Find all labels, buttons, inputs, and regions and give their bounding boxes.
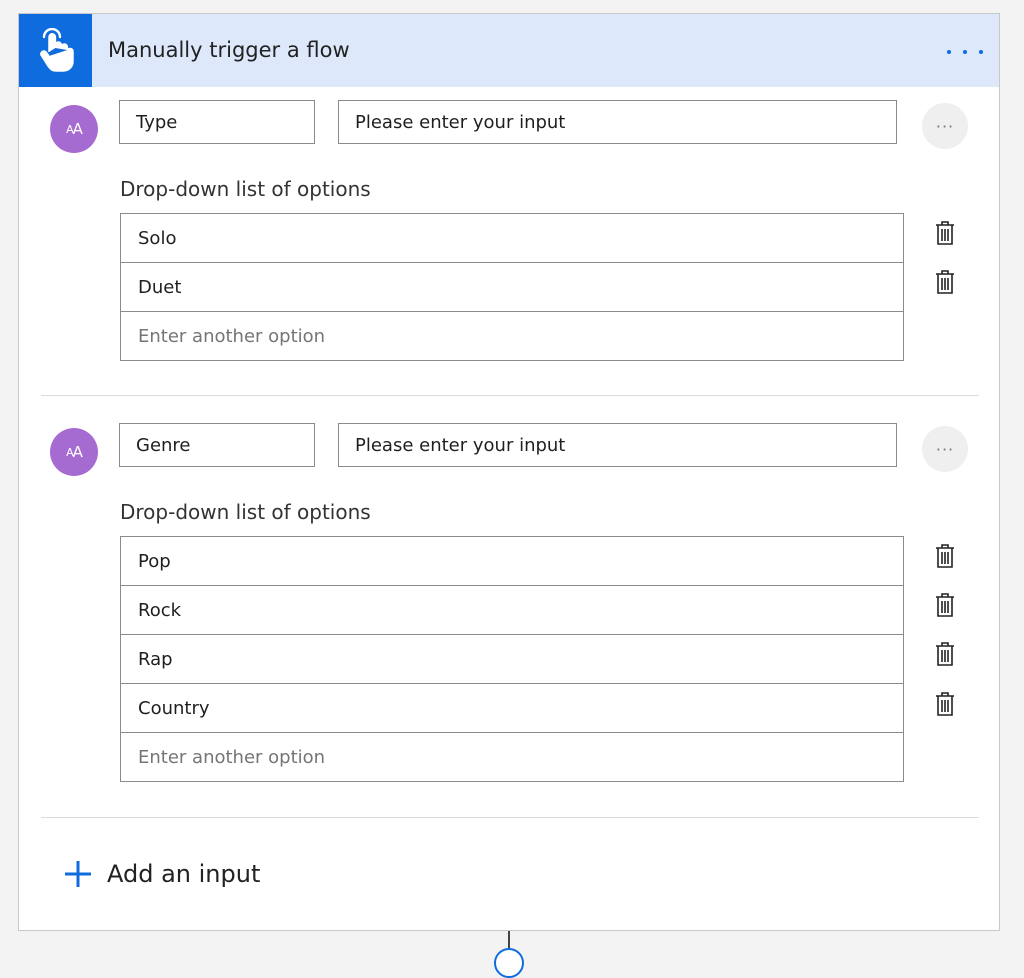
- trigger-header[interactable]: Manually trigger a flow: [19, 14, 999, 87]
- add-step-icon[interactable]: [494, 948, 524, 978]
- option-item[interactable]: Duet: [121, 263, 903, 312]
- add-input-label: Add an input: [107, 860, 261, 888]
- trash-icon[interactable]: [933, 690, 957, 718]
- trash-icon[interactable]: [933, 268, 957, 296]
- plus-icon: [63, 859, 93, 889]
- input-name-field[interactable]: Type: [119, 100, 315, 144]
- option-item[interactable]: Pop: [121, 537, 903, 586]
- touch-hand-icon: [19, 14, 92, 87]
- divider: [41, 395, 979, 396]
- trash-icon[interactable]: [933, 640, 957, 668]
- option-item[interactable]: Solo: [121, 214, 903, 263]
- ellipsis-icon[interactable]: [947, 42, 983, 62]
- input-prompt-field[interactable]: Please enter your input: [338, 423, 897, 467]
- text-input-avatar-icon: AA: [50, 105, 98, 153]
- input-more-button[interactable]: ···: [922, 103, 968, 149]
- option-item[interactable]: Rock: [121, 586, 903, 635]
- trash-icon[interactable]: [933, 591, 957, 619]
- input-more-button[interactable]: ···: [922, 426, 968, 472]
- trigger-card: Manually trigger a flow AA Type Please e…: [18, 13, 1000, 931]
- options-label: Drop-down list of options: [120, 177, 371, 201]
- input-prompt-field[interactable]: Please enter your input: [338, 100, 897, 144]
- trash-icon[interactable]: [933, 219, 957, 247]
- divider: [41, 817, 979, 818]
- new-option-field[interactable]: Enter another option: [121, 312, 903, 360]
- options-label: Drop-down list of options: [120, 500, 371, 524]
- new-option-field[interactable]: Enter another option: [121, 733, 903, 781]
- text-input-avatar-icon: AA: [50, 428, 98, 476]
- option-item[interactable]: Rap: [121, 635, 903, 684]
- add-input-button[interactable]: Add an input: [63, 854, 260, 894]
- trash-icon[interactable]: [933, 542, 957, 570]
- trigger-title: Manually trigger a flow: [108, 38, 350, 62]
- option-item[interactable]: Country: [121, 684, 903, 733]
- options-list: Solo Duet Enter another option: [120, 213, 904, 361]
- options-list: Pop Rock Rap Country Enter another optio…: [120, 536, 904, 782]
- input-name-field[interactable]: Genre: [119, 423, 315, 467]
